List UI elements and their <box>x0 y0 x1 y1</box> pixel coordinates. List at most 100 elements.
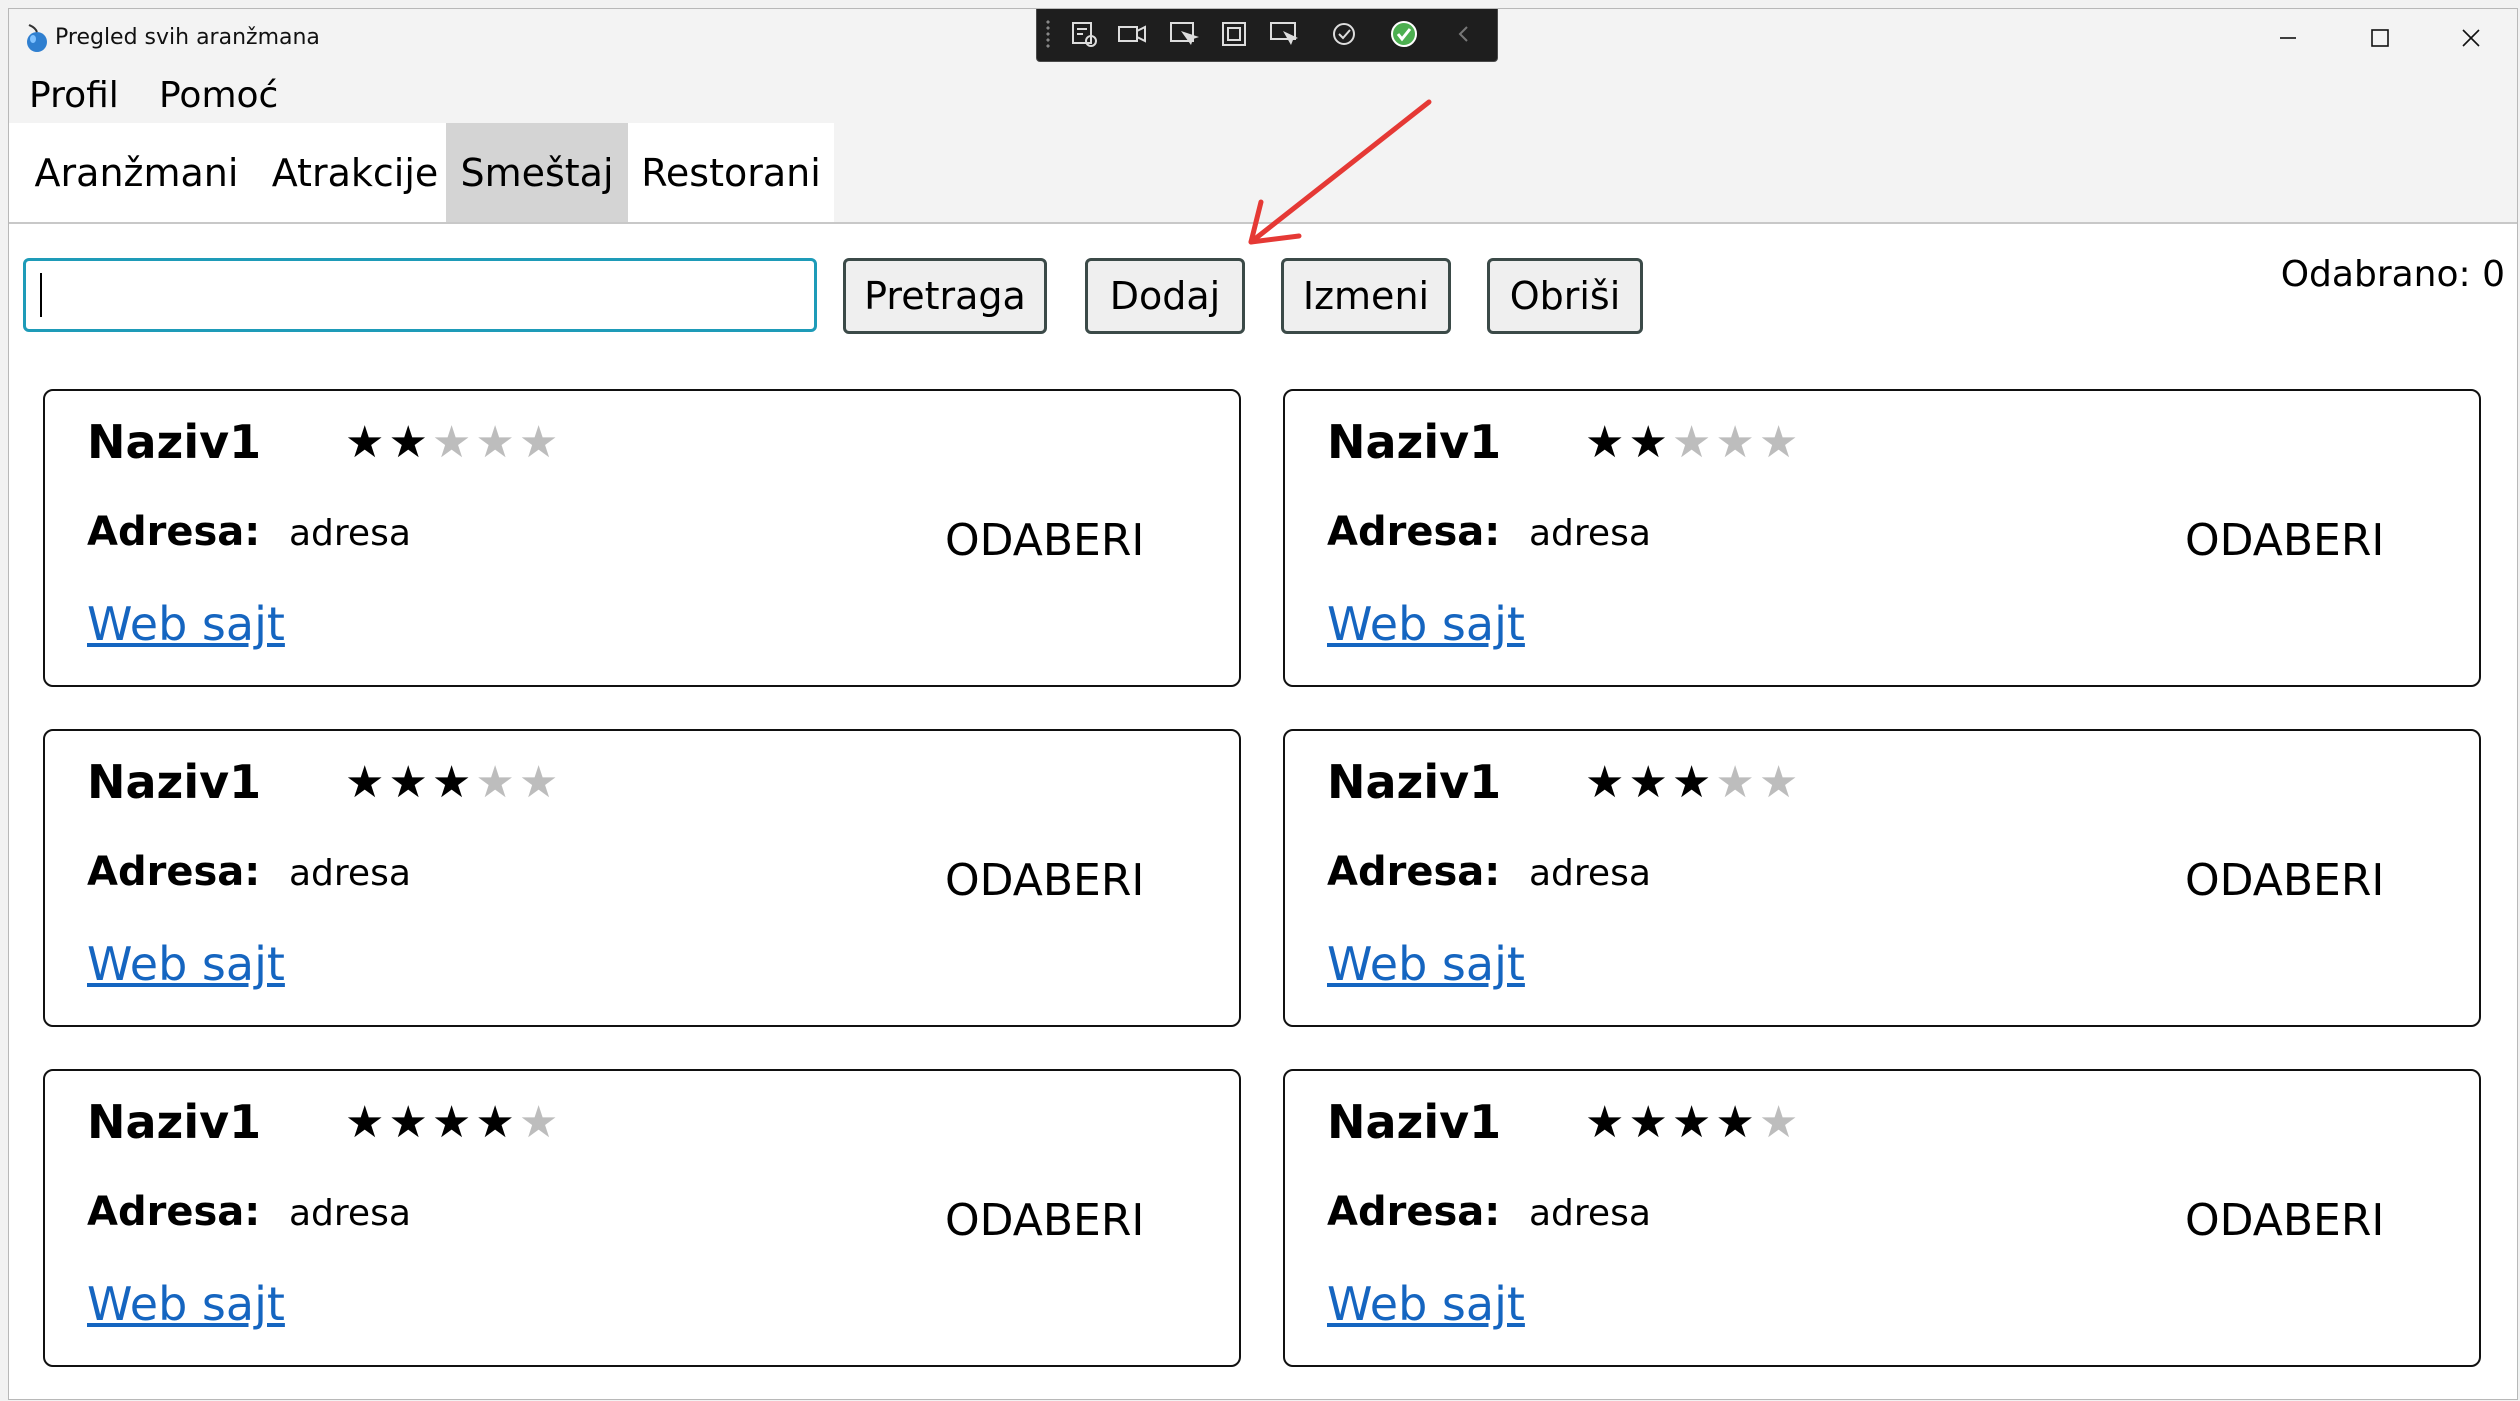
window-title: Pregled svih aranžmana <box>55 25 320 50</box>
collapse-toolbar-icon[interactable] <box>1447 19 1481 49</box>
address-value: adresa <box>289 1193 411 1234</box>
title-bar[interactable]: Pregled svih aranžmana <box>9 9 2517 67</box>
card-name: Naziv1 <box>87 415 262 469</box>
close-button[interactable] <box>2425 9 2517 67</box>
close-icon <box>2462 29 2480 47</box>
address-label: Adresa: <box>1327 1189 1501 1235</box>
star-rating: ★★★★★ <box>1585 757 1802 808</box>
video-camera-icon[interactable] <box>1115 19 1149 49</box>
star-rating: ★★★★★ <box>1585 417 1802 468</box>
tab-smestaj[interactable]: Smeštaj <box>446 123 628 223</box>
select-element-icon[interactable] <box>1167 19 1201 49</box>
select-button[interactable]: ODABERI <box>945 855 1144 906</box>
star-icon: ★ <box>1628 1097 1672 1148</box>
star-icon: ★ <box>431 1097 476 1148</box>
accommodation-card[interactable]: Naziv1 ★★★★★ Adresa: adresa ODABERI Web sajt <box>1283 389 2481 687</box>
star-icon: ★ <box>1628 417 1672 468</box>
address-label: Adresa: <box>87 509 261 555</box>
select-button[interactable]: ODABERI <box>945 1195 1144 1246</box>
address-value: adresa <box>289 853 411 894</box>
annotation-arrow-icon <box>1248 99 1432 245</box>
star-icon: ★ <box>345 757 389 808</box>
card-name: Naziv1 <box>1327 415 1502 469</box>
card-name: Naziv1 <box>1327 1095 1502 1149</box>
minimize-button[interactable] <box>2242 9 2334 67</box>
select-button[interactable]: ODABERI <box>945 515 1144 566</box>
star-icon: ★ <box>1758 1097 1803 1148</box>
website-link[interactable]: Web sajt <box>87 1277 285 1331</box>
text-caret <box>40 273 42 317</box>
select-button[interactable]: ODABERI <box>2185 515 2384 566</box>
star-icon: ★ <box>388 417 432 468</box>
live-tree-icon[interactable] <box>1067 19 1101 49</box>
select-button[interactable]: ODABERI <box>2185 855 2384 906</box>
address-label: Adresa: <box>1327 509 1501 555</box>
star-icon: ★ <box>518 1097 563 1148</box>
star-icon: ★ <box>1585 757 1629 808</box>
tab-strip: Aranžmani Atrakcije Smeštaj Restorani <box>9 123 834 223</box>
star-icon: ★ <box>1758 757 1803 808</box>
search-button[interactable]: Pretraga <box>843 258 1047 334</box>
debug-toolbar <box>1036 9 1498 62</box>
tab-atrakcije[interactable]: Atrakcije <box>264 123 446 223</box>
address-label: Adresa: <box>87 1189 261 1235</box>
accommodation-card[interactable]: Naziv1 ★★★★★ Adresa: adresa ODABERI Web sajt <box>43 729 1241 1027</box>
address-value: adresa <box>1529 853 1651 894</box>
maximize-button[interactable] <box>2334 9 2426 67</box>
tab-content-smestaj: Pretraga Dodaj Izmeni Obriši Odabrano: 0… <box>9 224 2517 1399</box>
star-rating: ★★★★★ <box>345 417 562 468</box>
minimize-icon <box>2280 37 2296 39</box>
search-input[interactable] <box>23 258 817 332</box>
star-icon: ★ <box>1715 757 1759 808</box>
website-link[interactable]: Web sajt <box>1327 1277 1525 1331</box>
card-name: Naziv1 <box>87 1095 262 1149</box>
star-icon: ★ <box>1671 417 1716 468</box>
website-link[interactable]: Web sajt <box>87 937 285 991</box>
star-icon: ★ <box>475 757 519 808</box>
accommodation-card[interactable]: Naziv1 ★★★★★ Adresa: adresa ODABERI Web sajt <box>1283 729 2481 1027</box>
accommodation-card[interactable]: Naziv1 ★★★★★ Adresa: adresa ODABERI Web sajt <box>1283 1069 2481 1367</box>
star-icon: ★ <box>518 757 563 808</box>
star-icon: ★ <box>475 1097 519 1148</box>
star-icon: ★ <box>388 757 432 808</box>
hot-reload-icon[interactable] <box>1327 19 1361 49</box>
website-link[interactable]: Web sajt <box>87 597 285 651</box>
star-icon: ★ <box>1715 1097 1759 1148</box>
star-rating: ★★★★★ <box>1585 1097 1802 1148</box>
address-value: adresa <box>289 513 411 554</box>
card-name: Naziv1 <box>87 755 262 809</box>
website-link[interactable]: Web sajt <box>1327 597 1525 651</box>
star-icon: ★ <box>1758 417 1803 468</box>
card-name: Naziv1 <box>1327 755 1502 809</box>
status-ok-icon[interactable] <box>1387 19 1421 49</box>
grip-icon[interactable] <box>1045 19 1051 49</box>
star-icon: ★ <box>345 417 389 468</box>
star-icon: ★ <box>1628 757 1672 808</box>
selected-count: Odabrano: 0 <box>2280 254 2505 295</box>
accommodation-card[interactable]: Naziv1 ★★★★★ Adresa: adresa ODABERI Web sajt <box>43 1069 1241 1367</box>
display-layout-icon[interactable] <box>1217 19 1251 49</box>
track-focus-icon[interactable] <box>1267 19 1301 49</box>
website-link[interactable]: Web sajt <box>1327 937 1525 991</box>
star-rating: ★★★★★ <box>345 1097 562 1148</box>
tab-aranzmani[interactable]: Aranžmani <box>9 123 264 223</box>
select-button[interactable]: ODABERI <box>2185 1195 2384 1246</box>
star-icon: ★ <box>475 417 519 468</box>
star-icon: ★ <box>431 757 476 808</box>
menu-profil[interactable]: Profil <box>29 75 119 116</box>
star-icon: ★ <box>1585 1097 1629 1148</box>
star-icon: ★ <box>345 1097 389 1148</box>
add-button[interactable]: Dodaj <box>1085 258 1245 334</box>
maximize-icon <box>2371 29 2389 47</box>
star-icon: ★ <box>1585 417 1629 468</box>
star-icon: ★ <box>431 417 476 468</box>
delete-button[interactable]: Obriši <box>1487 258 1643 334</box>
address-label: Adresa: <box>1327 849 1501 895</box>
tab-restorani[interactable]: Restorani <box>628 123 834 223</box>
menu-pomoc[interactable]: Pomoć <box>159 75 278 116</box>
app-icon <box>27 24 47 52</box>
edit-button[interactable]: Izmeni <box>1281 258 1451 334</box>
star-icon: ★ <box>1715 417 1759 468</box>
star-rating: ★★★★★ <box>345 757 562 808</box>
accommodation-card[interactable]: Naziv1 ★★★★★ Adresa: adresa ODABERI Web sajt <box>43 389 1241 687</box>
